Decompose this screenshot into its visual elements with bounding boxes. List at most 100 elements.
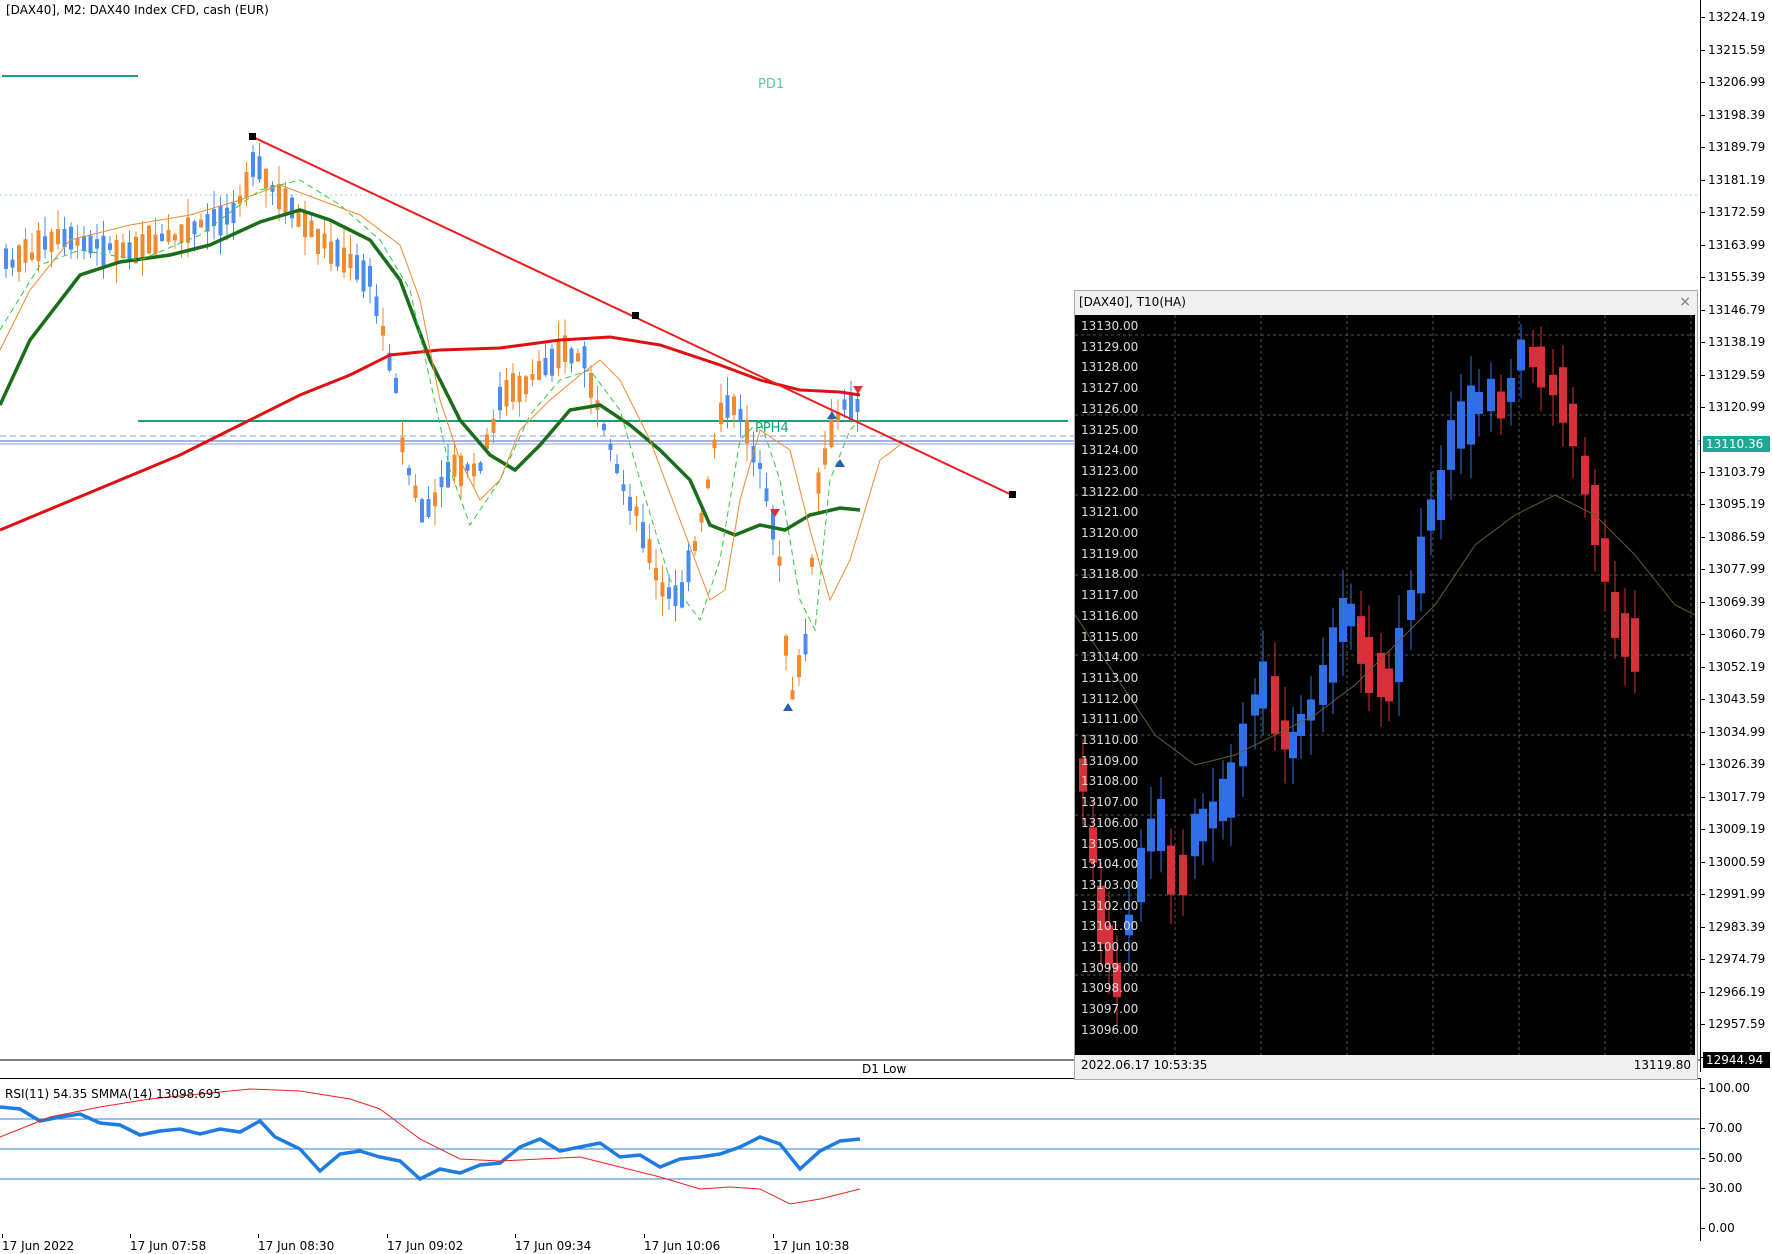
ha-candle-body [1467,385,1475,445]
ha-candle-body [1097,885,1105,945]
candle-body [465,464,470,471]
candle-body [608,443,613,450]
time-tick-label: 17 Jun 09:34 [515,1234,592,1253]
candle-body [478,462,483,471]
price-scale[interactable]: 13224.19 13215.59 13206.99 13198.39 13189.79… [1699,0,1772,1072]
candle-body [433,492,437,507]
time-axis[interactable]: 17 Jun 2022 17 Jun 07:58 17 Jun 08:30 17 Ju… [0,1234,1700,1254]
price-tick-label: 13095.19 [1699,497,1766,511]
tick-chart-moving-average [1074,494,1696,766]
price-tick-label: 13146.79 [1699,303,1766,317]
candle-body [179,224,184,243]
ha-candle-body [1347,603,1355,627]
ha-candle-body [1271,676,1279,734]
candle-body [530,374,535,381]
price-tick-label: 13155.39 [1699,270,1766,284]
candle-body [290,197,294,219]
tick-chart-price-label: 13117.00 [1081,588,1139,603]
candle-body [225,207,229,225]
candle-body [407,467,411,476]
candle-body [394,378,398,393]
tick-chart-price-label: 13106.00 [1081,815,1139,830]
candle-body [790,690,795,700]
candle-body [264,168,268,189]
rsi-tick-label: 30.00 [1699,1181,1743,1195]
ha-candle-body [1417,536,1425,594]
tick-chart-price-label: 13097.00 [1081,1002,1139,1017]
d1-low-label: D1 Low [862,1062,907,1076]
candle-body [192,221,197,235]
candle-body [823,448,827,465]
candle-body [277,184,281,210]
tick-chart-price-label: 13125.00 [1081,422,1139,437]
candle-body [589,372,593,398]
candle-body [322,233,327,249]
ha-candle-body [1487,378,1495,412]
candle-body [628,496,632,511]
candle-body [485,434,489,449]
candle-body [75,238,80,246]
ha-candle-body [1289,731,1297,759]
tick-chart-price-label: 13096.00 [1081,1022,1139,1037]
heikin-ashi-series [1079,323,1639,1027]
candle-body [732,396,736,415]
rsi-scale[interactable]: 100.00 70.00 50.00 30.00 0.00 [1699,1078,1772,1240]
candle-body [10,259,15,268]
price-tick-label: 13077.99 [1699,562,1766,576]
price-tick-label: 13034.99 [1699,725,1766,739]
price-tick-label: 13120.99 [1699,400,1766,414]
candle-body [504,380,509,407]
candle-body [335,239,340,267]
tick-chart-price-label: 13107.00 [1081,795,1139,810]
rsi-indicator-pane[interactable] [0,1078,1701,1241]
candle-body [686,550,691,583]
candle-body [316,229,320,254]
candle-body [498,386,502,411]
tick-chart-price-label: 13126.00 [1081,401,1139,416]
ha-candle-body [1251,694,1259,716]
tick-chart-price-label: 13128.00 [1081,360,1139,375]
time-tick-label: 17 Jun 08:30 [258,1234,335,1253]
trend-anchor-start [249,133,256,140]
candle-body [36,230,41,262]
tick-chart-price-label: 13124.00 [1081,443,1139,458]
ha-candle-body [1147,818,1155,852]
tick-chart-price-label: 13103.00 [1081,877,1139,892]
candle-body [101,235,106,266]
candle-body [725,395,730,418]
tick-chart-window[interactable]: [DAX40], T10(HA) × 13130.00 13129.00 13128… [1074,290,1698,1080]
ha-candle-body [1581,455,1589,495]
price-tick-label: 13009.19 [1699,822,1766,836]
ha-candle-body [1447,420,1455,470]
candle-body [777,556,782,566]
candle-body [251,152,255,177]
ha-candle-body [1179,854,1187,896]
candle-body [82,236,86,251]
rsi-canvas[interactable] [0,1079,1700,1241]
candle-body [576,353,580,362]
candle-body [166,229,171,242]
time-tick-label: 17 Jun 09:02 [387,1234,464,1253]
candle-body [621,484,626,492]
ha-candle-body [1167,845,1175,895]
ha-candle-body [1209,801,1217,829]
candle-body [615,463,619,474]
ha-candle-body [1621,613,1629,657]
heikin-ashi-canvas[interactable] [1074,315,1696,1055]
tick-chart-canvas-area[interactable]: 13130.00 13129.00 13128.00 13127.00 13126.00… [1074,315,1696,1055]
close-icon[interactable]: × [1679,294,1691,310]
ha-candle-body [1631,618,1639,672]
candle-body [160,233,164,241]
price-tick-label: 13172.59 [1699,205,1766,219]
price-tick-label: 13224.19 [1699,10,1766,24]
ha-candle-body [1297,713,1305,737]
candle-body [738,408,743,420]
candle-body [797,655,801,678]
candle-body [296,210,301,227]
tick-chart-price-label: 13129.00 [1081,339,1139,354]
candle-body [348,253,353,269]
ha-candle-body [1157,798,1165,852]
tick-chart-price-label: 13120.00 [1081,526,1139,540]
candle-body [472,463,476,477]
candle-body [439,476,444,488]
